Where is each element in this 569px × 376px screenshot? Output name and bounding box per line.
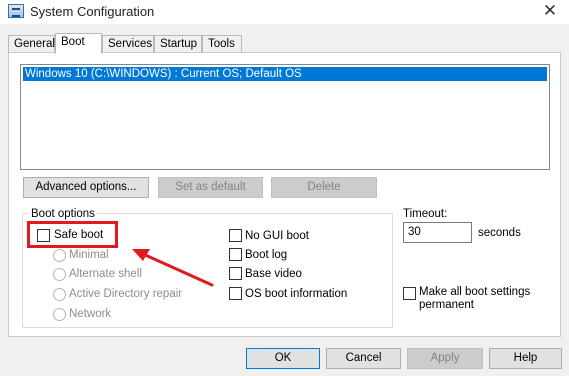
network-radio[interactable] xyxy=(53,308,66,321)
advanced-options-button[interactable]: Advanced options... xyxy=(23,177,149,198)
active-directory-repair-radio[interactable] xyxy=(53,288,66,301)
title-bar: System Configuration ✕ xyxy=(0,0,569,24)
alternate-shell-radio[interactable] xyxy=(53,268,66,281)
tab-boot[interactable]: Boot xyxy=(55,33,102,54)
timeout-label: Timeout: xyxy=(403,208,448,220)
os-list[interactable]: Windows 10 (C:\WINDOWS) : Current OS; De… xyxy=(20,64,550,170)
tab-services[interactable]: Services xyxy=(102,35,154,53)
close-button[interactable]: ✕ xyxy=(539,1,561,21)
active-directory-repair-label: Active Directory repair xyxy=(69,288,183,300)
timeout-input[interactable]: 30 xyxy=(403,222,472,243)
apply-button[interactable]: Apply xyxy=(407,348,483,369)
cancel-button[interactable]: Cancel xyxy=(326,348,401,369)
boot-log-label: Boot log xyxy=(245,249,288,261)
no-gui-boot-label: No GUI boot xyxy=(245,230,309,242)
make-permanent-label-line1: Make all boot settings xyxy=(419,286,531,298)
delete-button[interactable]: Delete xyxy=(271,177,377,198)
window-title: System Configuration xyxy=(30,4,155,19)
ok-button[interactable]: OK xyxy=(246,348,320,369)
timeout-unit-label: seconds xyxy=(478,227,521,239)
help-button[interactable]: Help xyxy=(489,348,562,369)
tab-startup[interactable]: Startup xyxy=(154,35,202,53)
os-list-item[interactable]: Windows 10 (C:\WINDOWS) : Current OS; De… xyxy=(23,67,547,81)
set-as-default-button[interactable]: Set as default xyxy=(158,177,263,198)
alternate-shell-label: Alternate shell xyxy=(69,268,142,280)
base-video-label: Base video xyxy=(245,268,302,280)
no-gui-boot-checkbox[interactable] xyxy=(229,229,242,242)
os-boot-information-checkbox[interactable] xyxy=(229,287,242,300)
network-label: Network xyxy=(69,308,112,320)
msconfig-icon xyxy=(8,4,24,18)
minimal-label: Minimal xyxy=(69,249,109,261)
minimal-radio[interactable] xyxy=(53,249,66,262)
tab-tools[interactable]: Tools xyxy=(202,35,242,53)
safe-boot-highlight-box xyxy=(27,221,118,248)
base-video-checkbox[interactable] xyxy=(229,267,242,280)
make-permanent-checkbox[interactable] xyxy=(403,287,416,300)
boot-options-label: Boot options xyxy=(29,208,97,220)
make-permanent-label-line2: permanent xyxy=(419,299,474,311)
os-boot-information-label: OS boot information xyxy=(245,288,348,300)
tab-general[interactable]: General xyxy=(8,35,55,53)
boot-log-checkbox[interactable] xyxy=(229,248,242,261)
